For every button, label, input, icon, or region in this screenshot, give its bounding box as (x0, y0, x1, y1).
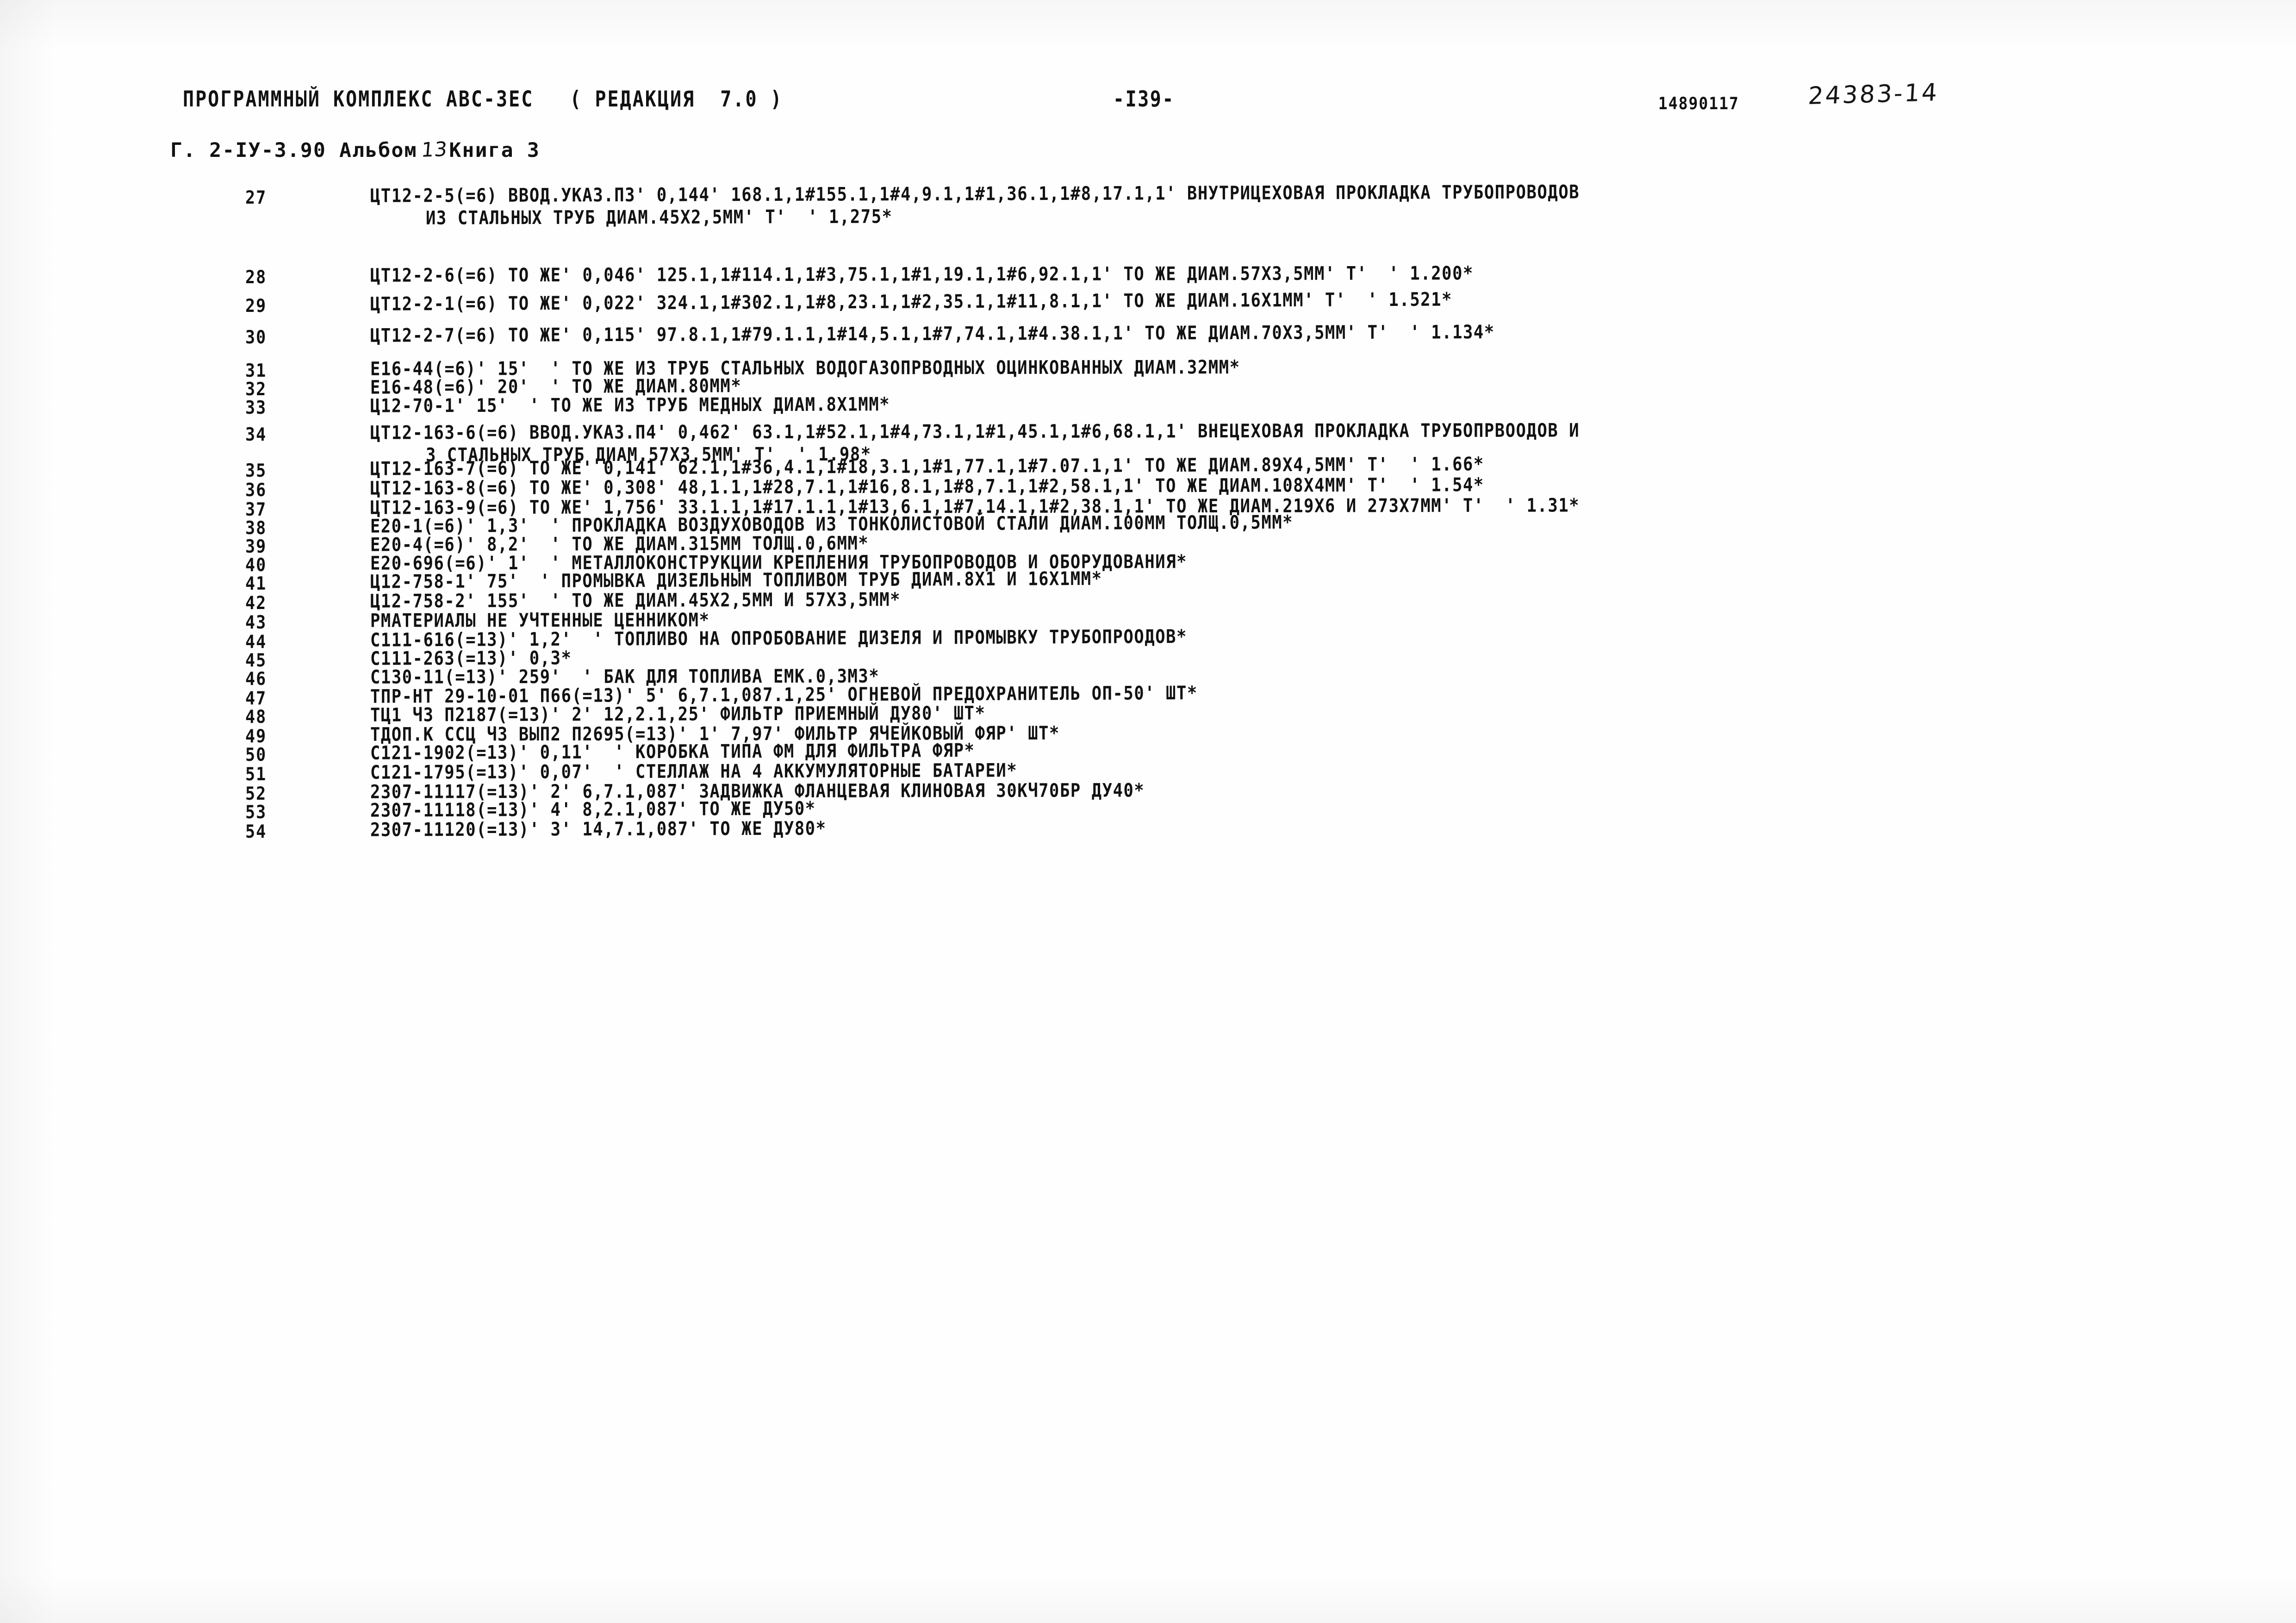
handwritten-archive-number: 24383-14 (1807, 78, 1940, 110)
row-number: 42 (245, 593, 267, 614)
row-description: ЦТ12-2-7(=6) ТО ЖЕ' 0,115' 97.8.1,1#79.1… (370, 321, 1495, 347)
row-number: 36 (245, 480, 267, 501)
row-number: 50 (245, 745, 267, 765)
program-revision: ( РЕДАКЦИЯ 7.0 ) (570, 87, 783, 112)
document-number: 14890117 (1658, 93, 1739, 113)
program-title: ПРОГРАММНЫЙ КОМПЛЕКС АВС-3ЕС (183, 87, 534, 112)
row-description-continuation: ИЗ СТАЛЬНЫХ ТРУБ ДИАМ.45Х2,5ММ' Т' ' 1,2… (425, 206, 893, 229)
row-number: 54 (245, 821, 267, 842)
row-number: 34 (245, 424, 267, 445)
row-number: 30 (245, 327, 267, 348)
row-number: 28 (245, 267, 267, 288)
row-number: 51 (245, 764, 267, 785)
row-description: ЦТ12-2-5(=6) ВВОД.УКАЗ.ПЗ' 0,144' 168.1,… (370, 181, 1580, 207)
row-number: 43 (245, 612, 267, 633)
row-description: Ц12-758-2' 155' ' ТО ЖЕ ДИАМ.45Х2,5ММ И … (370, 589, 901, 612)
row-number: 46 (245, 669, 267, 690)
estimate-row: 54 2307-11120(=13)' 3' 14,7.1,087' ТО ЖЕ … (0, 818, 2296, 861)
row-number: 48 (245, 707, 267, 728)
header-line-1: ПРОГРАММНЫЙ КОМПЛЕКС АВС-3ЕС ( РЕДАКЦИЯ … (183, 87, 783, 112)
page-header: ПРОГРАММНЫЙ КОМПЛЕКС АВС-3ЕС ( РЕДАКЦИЯ … (0, 0, 2296, 162)
row-number: 35 (245, 460, 267, 481)
estimate-row: 27 ЦТ12-2-5(=6) ВВОД.УКАЗ.ПЗ' 0,144' 168.… (0, 181, 2296, 230)
row-number: 53 (245, 802, 267, 823)
row-number: 27 (245, 187, 267, 208)
row-number: 29 (245, 296, 267, 317)
page-number-marker: -I39- (1113, 87, 1175, 112)
row-number: 33 (245, 398, 267, 418)
row-description: 2307-11120(=13)' 3' 14,7.1,087' ТО ЖЕ ДУ… (370, 818, 827, 841)
book-label: Книга 3 (449, 139, 541, 162)
scanned-page: ПРОГРАММНЫЙ КОМПЛЕКС АВС-3ЕС ( РЕДАКЦИЯ … (0, 0, 2296, 1623)
row-description: ЦТ12-2-6(=6) ТО ЖЕ' 0,046' 125.1,1#114.1… (370, 262, 1474, 286)
album-number-handwritten: 13 (420, 137, 448, 162)
row-number: 41 (245, 573, 267, 594)
row-description: ЦТ12-163-6(=6) ВВОД.УКАЗ.П4' 0,462' 63.1… (370, 420, 1580, 444)
row-description: Ц12-70-1' 15' ' ТО ЖЕ ИЗ ТРУБ МЕДНЫХ ДИА… (370, 393, 890, 417)
series-prefix: Г. 2-IУ-3.90 Альбом (170, 139, 417, 162)
header-line-2: Г. 2-IУ-3.90 Альбом 13 Книга 3 (170, 137, 541, 162)
row-description: ЦТ12-2-1(=6) ТО ЖЕ' 0,022' 324.1,1#302.1… (370, 289, 1453, 315)
